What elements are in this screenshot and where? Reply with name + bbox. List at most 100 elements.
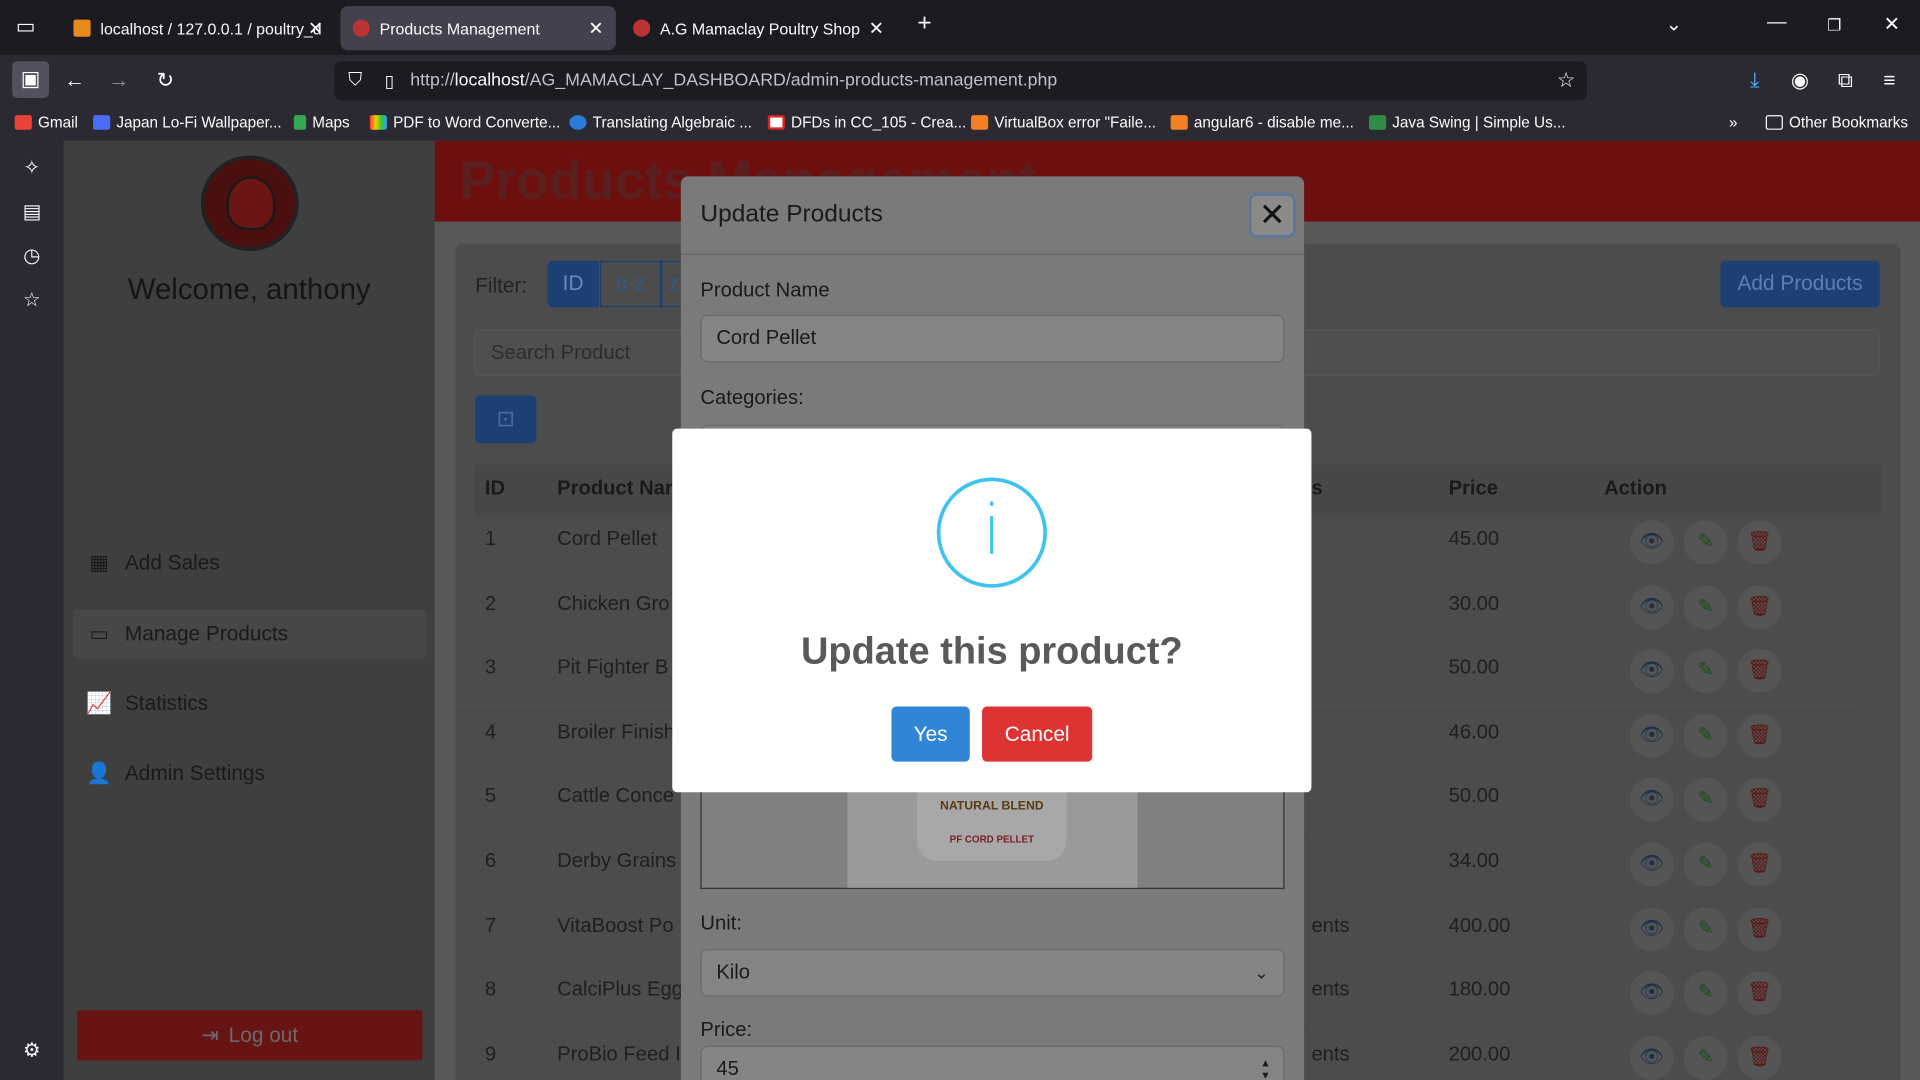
menu-hamburger-icon[interactable]: ≡ xyxy=(1873,66,1905,95)
close-window-icon[interactable]: ✕ xyxy=(1873,12,1910,36)
edit-icon: ✎ xyxy=(1697,917,1714,939)
row-product-name: Pit Fighter B xyxy=(557,656,669,679)
view-eye-icon: 👁 xyxy=(1639,724,1665,746)
bookmark-japan-lofi[interactable]: Japan Lo-Fi Wallpaper... xyxy=(93,114,282,131)
restore-window-icon[interactable]: ❐ xyxy=(1816,16,1853,36)
row-id: 3 xyxy=(484,656,497,679)
sidebar-toggle-icon[interactable]: ▣ xyxy=(12,61,49,98)
bookmark-gmail[interactable]: Gmail xyxy=(14,114,78,131)
archive-download-button[interactable]: ⊡ xyxy=(475,395,537,444)
edit-button[interactable]: ✎ xyxy=(1683,584,1728,629)
bookmark-translating-algebraic[interactable]: Translating Algebraic ... xyxy=(569,114,752,131)
close-tab-icon[interactable]: ✕ xyxy=(588,17,603,39)
page-icon[interactable]: ▯ xyxy=(373,66,405,95)
bookmark-virtualbox[interactable]: VirtualBox error "Faile... xyxy=(971,114,1156,131)
logout-button[interactable]: ⇥ Log out xyxy=(77,1010,423,1061)
synced-tabs-icon[interactable]: ▤ xyxy=(16,200,48,229)
history-clock-icon[interactable]: ◷ xyxy=(16,244,48,273)
unit-select[interactable]: Kilo ⌄ xyxy=(700,948,1285,997)
row-id: 2 xyxy=(484,592,497,615)
other-bookmarks[interactable]: Other Bookmarks xyxy=(1765,114,1908,131)
row-price: 50.00 xyxy=(1448,656,1500,679)
calendar-check-icon: ▦ xyxy=(89,551,110,575)
add-products-button[interactable]: Add Products xyxy=(1720,260,1880,308)
back-arrow-icon[interactable]: ← xyxy=(59,66,91,95)
dfd-icon xyxy=(767,115,785,130)
delete-trash-button[interactable]: 🗑 xyxy=(1737,971,1782,1016)
sidebar-item-statistics[interactable]: 📈 Statistics xyxy=(86,682,208,726)
delete-trash-button[interactable]: 🗑 xyxy=(1737,520,1782,565)
pdf-converter-icon xyxy=(369,115,387,130)
delete-trash-button[interactable]: 🗑 xyxy=(1737,649,1782,694)
edit-button[interactable]: ✎ xyxy=(1683,1035,1728,1080)
product-name-input[interactable]: Cord Pellet xyxy=(700,314,1285,363)
forward-arrow-icon[interactable]: → xyxy=(103,66,135,95)
sidebar-item-manage-products[interactable]: ▭ Manage Products xyxy=(86,612,288,656)
bookmark-pdf-to-word[interactable]: PDF to Word Converte... xyxy=(369,114,560,131)
chevron-down-icon: ⌄ xyxy=(1254,962,1269,983)
downloads-icon[interactable]: ⤓ xyxy=(1739,66,1771,95)
sidebar-item-admin-settings[interactable]: 👤 Admin Settings xyxy=(86,752,265,796)
bookmark-maps[interactable]: Maps xyxy=(293,114,350,131)
delete-trash-button[interactable]: 🗑 xyxy=(1737,906,1782,951)
close-tab-icon[interactable]: ✕ xyxy=(308,17,323,39)
edit-button[interactable]: ✎ xyxy=(1683,842,1728,887)
number-stepper-icon[interactable]: ▴ ▾ xyxy=(1262,1057,1268,1080)
bookmark-angular6[interactable]: angular6 - disable me... xyxy=(1170,114,1354,131)
delete-trash-button[interactable]: 🗑 xyxy=(1737,842,1782,887)
delete-trash-button[interactable]: 🗑 xyxy=(1737,584,1782,629)
view-eye-button[interactable]: 👁 xyxy=(1629,906,1674,951)
view-eye-button[interactable]: 👁 xyxy=(1629,520,1674,565)
tab-list-icon[interactable]: ▭ xyxy=(10,12,42,41)
edit-button[interactable]: ✎ xyxy=(1683,520,1728,565)
browser-tab-poultry-shop[interactable]: A.G Mamaclay Poultry Shop ✕ xyxy=(621,6,897,50)
bookmark-dfds[interactable]: DFDs in CC_105 - Crea... xyxy=(767,114,966,131)
edit-button[interactable]: ✎ xyxy=(1683,906,1728,951)
row-category: ents xyxy=(1311,914,1350,937)
account-icon[interactable]: ◉ xyxy=(1784,66,1816,95)
filter-az-button[interactable]: a-z xyxy=(600,260,662,308)
browser-tab-phpmyadmin[interactable]: localhost / 127.0.0.1 / poultry_d ✕ xyxy=(61,6,333,50)
view-eye-button[interactable]: 👁 xyxy=(1629,842,1674,887)
delete-trash-button[interactable]: 🗑 xyxy=(1737,1035,1782,1080)
price-label: Price: xyxy=(700,1018,753,1041)
view-eye-button[interactable]: 👁 xyxy=(1629,1035,1674,1080)
ai-chatbot-sparkle-icon[interactable]: ✧ xyxy=(16,156,48,185)
minimize-window-icon[interactable]: — xyxy=(1758,12,1795,34)
delete-trash-button[interactable]: 🗑 xyxy=(1737,713,1782,758)
price-input[interactable]: 45 ▴ ▾ xyxy=(700,1045,1285,1080)
sidebar-item-add-sales[interactable]: ▦ Add Sales xyxy=(86,541,219,585)
sidebar-settings-gear-icon[interactable]: ⚙ xyxy=(16,1038,48,1067)
edit-button[interactable]: ✎ xyxy=(1683,713,1728,758)
view-eye-icon: 👁 xyxy=(1639,853,1665,875)
cancel-button[interactable]: Cancel xyxy=(982,706,1093,762)
browser-tab-products-management[interactable]: Products Management ✕ xyxy=(340,6,616,51)
unit-label: Unit: xyxy=(700,912,742,935)
close-tab-icon[interactable]: ✕ xyxy=(869,17,884,39)
product-image-preview: NATURAL BLEND PF CORD PELLET xyxy=(700,776,1285,889)
filter-id-button[interactable]: ID xyxy=(547,260,599,308)
view-eye-button[interactable]: 👁 xyxy=(1629,584,1674,629)
list-all-tabs-chevron-down-icon[interactable]: ⌄ xyxy=(1656,12,1693,36)
view-eye-button[interactable]: 👁 xyxy=(1629,713,1674,758)
view-eye-button[interactable]: 👁 xyxy=(1629,971,1674,1016)
shield-icon[interactable]: ⛉ xyxy=(339,66,371,95)
new-tab-icon[interactable]: + xyxy=(906,10,943,38)
modal-close-button[interactable]: ✕ xyxy=(1248,193,1296,238)
row-product-name: Chicken Gro xyxy=(557,592,670,615)
bag-label-natural-blend: NATURAL BLEND xyxy=(940,799,1044,814)
extensions-puzzle-icon[interactable]: ⧉ xyxy=(1829,66,1861,95)
bookmark-star-icon[interactable]: ☆ xyxy=(1550,66,1582,95)
url-text[interactable]: http://localhost/AG_MAMACLAY_DASHBOARD/a… xyxy=(410,71,1057,91)
view-eye-button[interactable]: 👁 xyxy=(1629,649,1674,694)
reload-icon[interactable]: ↻ xyxy=(149,66,181,95)
bookmarks-star-icon[interactable]: ☆ xyxy=(16,288,48,317)
search-placeholder: Search Product xyxy=(491,341,631,364)
bookmarks-overflow-icon[interactable]: » xyxy=(1729,114,1738,131)
edit-button[interactable]: ✎ xyxy=(1683,971,1728,1016)
yes-button[interactable]: Yes xyxy=(891,706,970,762)
delete-trash-icon: 🗑 xyxy=(1747,982,1773,1004)
row-category: ents xyxy=(1311,978,1350,1001)
bookmark-java-swing[interactable]: Java Swing | Simple Us... xyxy=(1368,114,1566,131)
edit-button[interactable]: ✎ xyxy=(1683,649,1728,694)
